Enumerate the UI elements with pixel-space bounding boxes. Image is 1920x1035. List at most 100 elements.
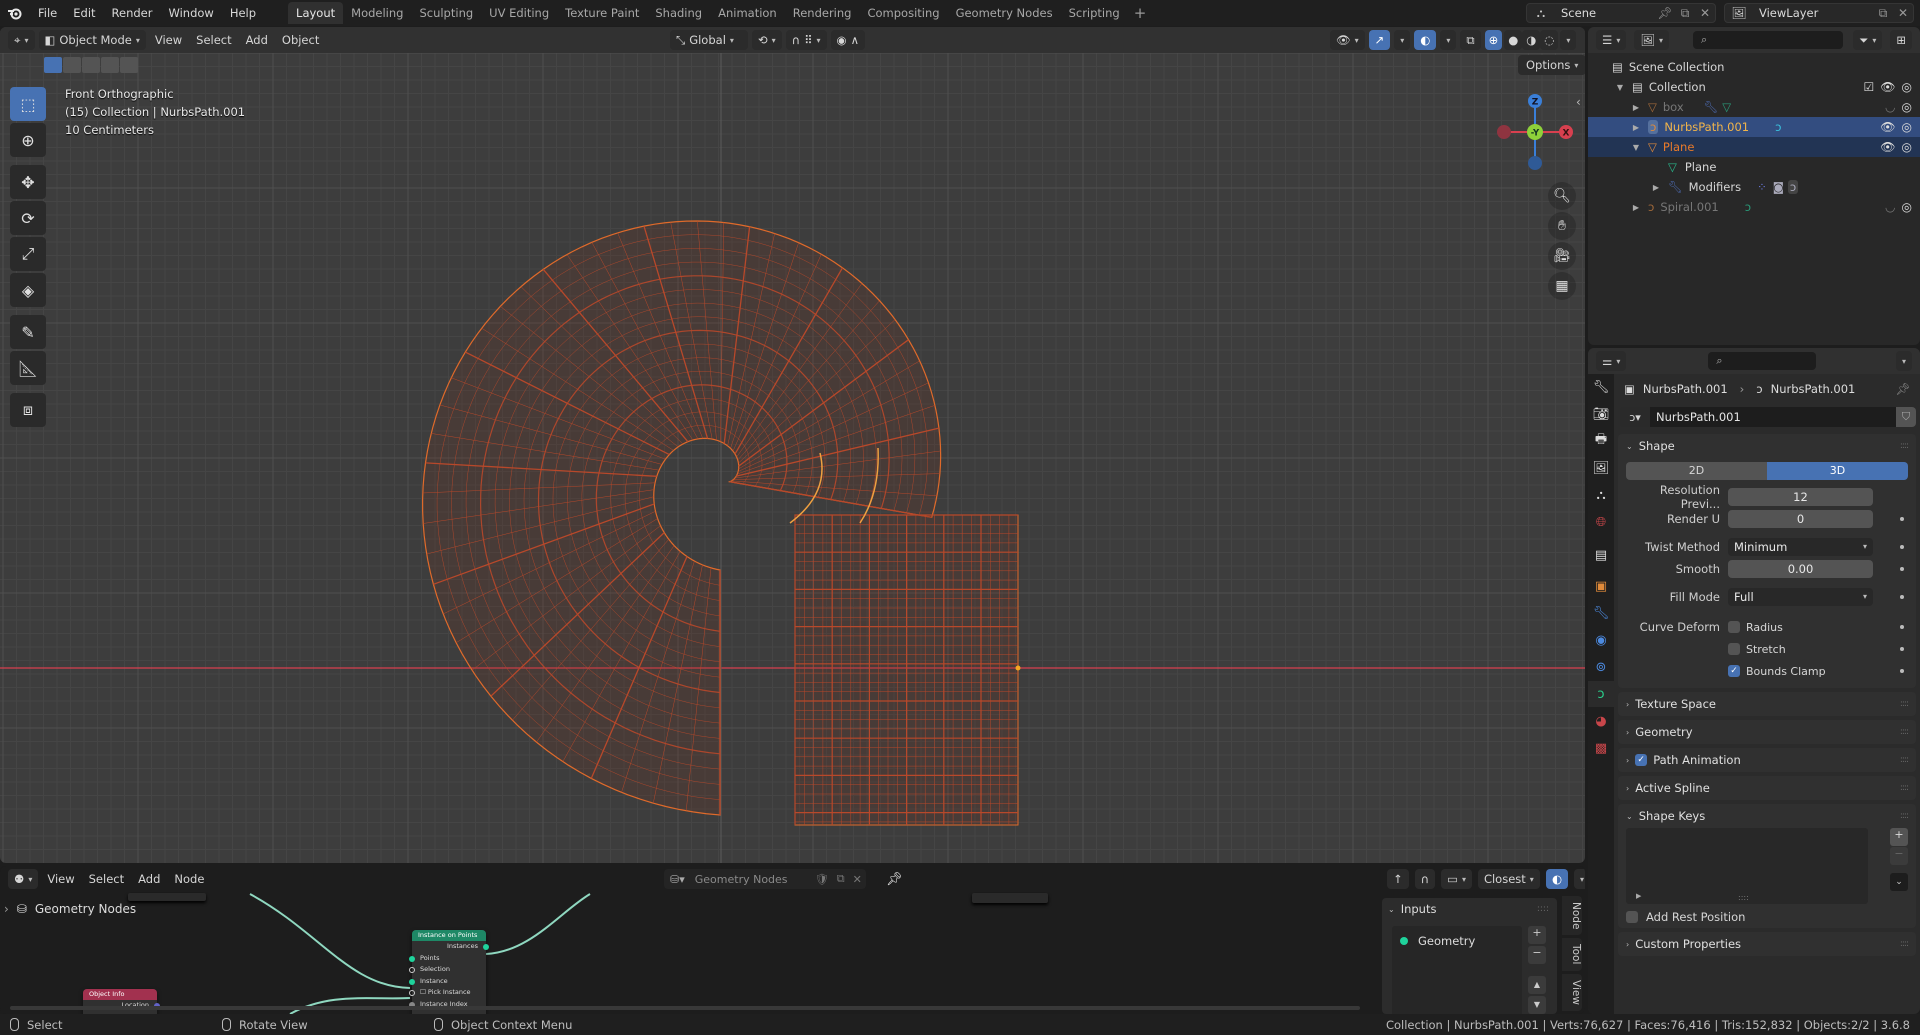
- display-mode-dropdown[interactable]: 🖼︎ ▾: [1634, 30, 1669, 50]
- select-intersect-mode-button[interactable]: [120, 57, 138, 73]
- tab-texture[interactable]: ▩: [1588, 735, 1614, 761]
- remove-input-button[interactable]: −: [1528, 946, 1546, 964]
- shading-solid-button[interactable]: ●: [1504, 30, 1523, 50]
- tab-physics[interactable]: ◉: [1588, 627, 1614, 653]
- navigation-gizmo[interactable]: Z X -Y: [1490, 87, 1580, 177]
- keyframe-dot[interactable]: [1900, 595, 1904, 599]
- node-header[interactable]: Object Info: [83, 989, 157, 1000]
- workspace-tab-modeling[interactable]: Modeling: [343, 2, 411, 24]
- keyframe-dot[interactable]: [1900, 517, 1904, 521]
- node-canvas[interactable]: [0, 892, 1370, 1014]
- dim-3d-button[interactable]: 3D: [1767, 462, 1908, 480]
- keyframe-dot[interactable]: [1900, 567, 1904, 571]
- visibility-dropdown[interactable]: 👁︎ ▾: [1330, 30, 1365, 50]
- shape-panel-header[interactable]: ⌄ Shape::::: [1618, 434, 1916, 458]
- camera-render-icon[interactable]: ◎: [1902, 100, 1912, 114]
- socket-selection-input[interactable]: Selection: [409, 964, 486, 976]
- node-tree-name[interactable]: Geometry Nodes: [691, 873, 811, 886]
- properties-editor-type-button[interactable]: ⚌ ▾: [1596, 351, 1627, 371]
- eye-hidden-icon[interactable]: ◡: [1885, 100, 1895, 114]
- camera-render-icon[interactable]: ◎: [1902, 200, 1912, 214]
- outliner-editor-type-button[interactable]: ☰ ▾: [1596, 30, 1627, 50]
- workspace-tab-rendering[interactable]: Rendering: [785, 2, 860, 24]
- snap-element-dropdown[interactable]: ▭ ▾: [1441, 869, 1472, 889]
- editor-type-button[interactable]: ⌖ ▾: [8, 30, 35, 50]
- parent-node-tree-button[interactable]: ↑: [1387, 869, 1409, 889]
- node-header[interactable]: Instance on Points: [412, 930, 486, 941]
- shape-keys-panel-header[interactable]: ⌄ Shape Keys::::: [1618, 804, 1916, 828]
- workspace-tab-sculpting[interactable]: Sculpting: [411, 2, 481, 24]
- overlays-toggle[interactable]: ◐: [1414, 30, 1437, 50]
- shading-wireframe-button[interactable]: ⊕: [1484, 30, 1503, 50]
- datablock-name-input[interactable]: NurbsPath.001: [1650, 407, 1896, 427]
- tab-world[interactable]: 🌐︎: [1588, 509, 1614, 535]
- snap-target-dropdown[interactable]: Closest ▾: [1477, 869, 1540, 889]
- outliner-search-input[interactable]: ⌕: [1692, 31, 1843, 49]
- expand-toggle-icon[interactable]: ▶: [1630, 123, 1642, 132]
- resolution-preview-field[interactable]: 12: [1728, 488, 1873, 506]
- viewport-menu-select[interactable]: Select: [189, 33, 238, 47]
- gizmo-toggle[interactable]: ↗: [1368, 30, 1391, 50]
- sidebar-tab-tool[interactable]: Tool: [1562, 938, 1582, 971]
- pan-view-button[interactable]: ✋︎: [1548, 212, 1576, 240]
- delete-scene-icon[interactable]: ✕: [1695, 6, 1715, 20]
- tab-object[interactable]: ▣: [1588, 573, 1614, 599]
- transform-orientation-dropdown[interactable]: ⤡ Global ▾: [670, 30, 748, 50]
- node-overlays-toggle[interactable]: ◐: [1545, 869, 1568, 889]
- eye-icon[interactable]: 👁︎: [1880, 120, 1895, 134]
- stretch-checkbox[interactable]: [1728, 643, 1740, 655]
- pin-icon[interactable]: 📌︎: [1655, 6, 1675, 20]
- pin-icon[interactable]: 📌︎: [1895, 382, 1910, 396]
- tab-scene[interactable]: ⛬: [1588, 482, 1614, 508]
- view-layer-selector[interactable]: 🖼︎ ViewLayer ⧉ ✕: [1724, 3, 1914, 23]
- gizmo-neg-z[interactable]: [1528, 156, 1542, 170]
- pivot-point-dropdown[interactable]: ⟲ ▾: [752, 30, 782, 50]
- radius-checkbox[interactable]: [1728, 621, 1740, 633]
- new-view-layer-icon[interactable]: ⧉: [1873, 6, 1893, 21]
- tool-add-cube[interactable]: ⧈: [10, 393, 46, 427]
- properties-options-dropdown[interactable]: ▾: [1895, 351, 1912, 371]
- eye-icon[interactable]: 👁︎: [1880, 80, 1895, 94]
- tool-annotate[interactable]: ✎: [10, 315, 46, 349]
- viewport-canvas[interactable]: [0, 53, 1585, 863]
- drag-handle-icon[interactable]: ::::: [1900, 441, 1909, 451]
- add-input-button[interactable]: +: [1528, 926, 1546, 944]
- blender-logo-icon[interactable]: [0, 0, 30, 26]
- node-editor[interactable]: Instance on Points Instances Points Sele…: [0, 866, 1585, 1014]
- workspace-tab-animation[interactable]: Animation: [710, 2, 785, 24]
- delete-view-layer-icon[interactable]: ✕: [1893, 6, 1913, 20]
- menu-edit[interactable]: Edit: [65, 0, 103, 26]
- select-invert-mode-button[interactable]: [101, 57, 119, 73]
- properties-search-input[interactable]: ⌕: [1708, 352, 1817, 370]
- inputs-panel-header[interactable]: ⌄ Inputs::::: [1382, 898, 1557, 920]
- drag-handle-icon[interactable]: ::::: [1900, 783, 1909, 793]
- ortho-toggle-button[interactable]: ▦: [1548, 272, 1576, 300]
- sidebar-toggle-icon[interactable]: ‹: [1576, 95, 1581, 109]
- smooth-field[interactable]: 0.00: [1728, 560, 1873, 578]
- workspace-tab-compositing[interactable]: Compositing: [859, 2, 947, 24]
- sidebar-tab-view[interactable]: View: [1562, 973, 1582, 1011]
- active-spline-panel-header[interactable]: › Active Spline::::: [1618, 776, 1916, 800]
- 3d-viewport[interactable]: ⌖ ▾ ◧ Object Mode ▾ View Select Add Object …: [0, 27, 1585, 863]
- keyframe-dot[interactable]: [1900, 625, 1904, 629]
- select-new-mode-button[interactable]: [44, 57, 62, 73]
- move-up-button[interactable]: ▲: [1528, 976, 1546, 994]
- drag-handle-icon[interactable]: ::::: [1900, 699, 1909, 709]
- camera-render-icon[interactable]: ◎: [1902, 80, 1912, 94]
- drag-handle-icon[interactable]: ::::: [1900, 755, 1909, 765]
- tab-tool[interactable]: 🔧︎: [1588, 374, 1614, 400]
- select-extend-mode-button[interactable]: [63, 57, 81, 73]
- socket-instances-output[interactable]: Instances: [412, 941, 489, 953]
- new-collection-button[interactable]: ⊞: [1890, 30, 1912, 50]
- zoom-view-button[interactable]: 🔍︎: [1548, 182, 1576, 210]
- outliner-row-plane[interactable]: ▼ ▽ Plane 👁︎ ◎: [1588, 137, 1920, 157]
- node-menu-view[interactable]: View: [40, 872, 81, 886]
- outliner-row-scene-collection[interactable]: ▤ Scene Collection: [1588, 57, 1920, 77]
- tab-collection[interactable]: ▤: [1588, 542, 1614, 568]
- workspace-tab-shading[interactable]: Shading: [647, 2, 710, 24]
- tab-constraints[interactable]: ⊚: [1588, 654, 1614, 680]
- shape-keys-list[interactable]: ▶ ::::: [1626, 828, 1868, 904]
- tab-curve-data[interactable]: ↄ: [1588, 681, 1614, 707]
- snap-toggle[interactable]: ∩ ⠿ ▾: [785, 30, 827, 50]
- outliner-row-plane-mesh[interactable]: ▽ Plane: [1588, 157, 1920, 177]
